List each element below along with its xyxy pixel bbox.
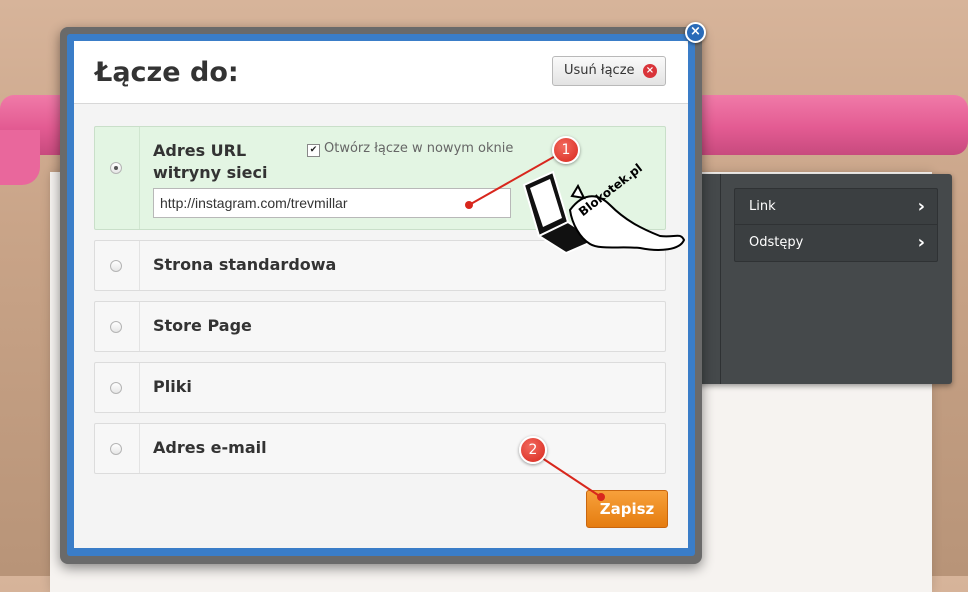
annotation-badge-1: 1: [552, 136, 580, 164]
annotation-arrow-1-tip: [465, 201, 473, 209]
annotation-badge-2: 2: [519, 436, 547, 464]
annotation-arrow-2-tip: [597, 493, 605, 501]
watermark-logo: [522, 170, 686, 255]
annotation-overlay: [465, 149, 686, 501]
